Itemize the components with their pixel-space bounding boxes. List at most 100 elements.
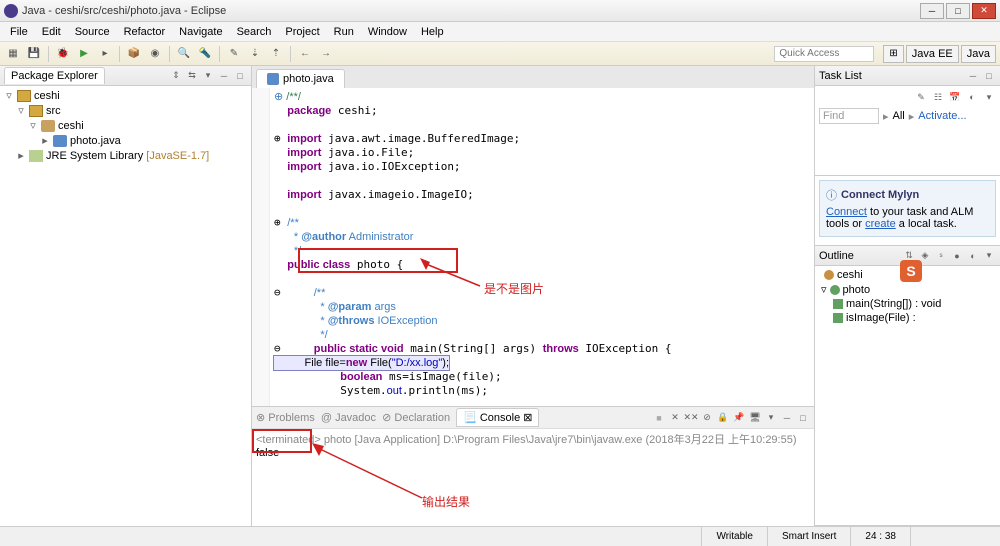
hide-static-icon[interactable]: ˢ [934, 249, 948, 263]
min-console-icon[interactable]: ─ [780, 411, 794, 425]
terminate-icon[interactable]: ■ [652, 411, 666, 425]
maximize-button[interactable]: □ [946, 3, 970, 19]
package-explorer-tab[interactable]: Package Explorer [4, 67, 105, 84]
hide-nonpublic-icon[interactable]: ● [950, 249, 964, 263]
mylyn-connect-link[interactable]: Connect [826, 206, 867, 218]
titlebar: Java - ceshi/src/ceshi/photo.java - Ecli… [0, 0, 1000, 22]
console-body[interactable]: <terminated> photo [Java Application] D:… [252, 429, 814, 526]
tree-file[interactable]: photo.java [70, 135, 121, 147]
window-title: Java - ceshi/src/ceshi/photo.java - Ecli… [22, 5, 920, 17]
next-annotation-button[interactable]: ⇣ [246, 45, 264, 63]
link-editor-icon[interactable]: ⇆ [185, 69, 199, 83]
outline-pkg[interactable]: ceshi [837, 269, 863, 281]
run-last-button[interactable]: ▸ [96, 45, 114, 63]
max-console-icon[interactable]: □ [796, 411, 810, 425]
editor-tabbar: photo.java [252, 66, 814, 88]
minimize-button[interactable]: ─ [920, 3, 944, 19]
console-output: false [256, 447, 810, 459]
menu-source[interactable]: Source [69, 24, 116, 40]
tasklist-max-icon[interactable]: □ [982, 69, 996, 83]
quick-access-input[interactable] [774, 46, 874, 62]
search-button[interactable]: 🔦 [196, 45, 214, 63]
tree-project[interactable]: ceshi [34, 90, 60, 102]
open-console-icon[interactable]: ▾ [764, 411, 778, 425]
tree-jre[interactable]: JRE System Library [JavaSE-1.7] [46, 150, 209, 162]
close-button[interactable]: ✕ [972, 3, 996, 19]
task-find-input[interactable]: Find [819, 108, 879, 124]
new-class-button[interactable]: ◉ [146, 45, 164, 63]
editor-gutter [252, 88, 270, 406]
code-editor[interactable]: ⊕ /**/ package ceshi; ⊕ import java.awt.… [252, 88, 814, 406]
back-button[interactable]: ← [296, 45, 314, 63]
menu-run[interactable]: Run [328, 24, 360, 40]
outline-menu-icon[interactable]: ▾ [982, 249, 996, 263]
new-package-button[interactable]: 📦 [125, 45, 143, 63]
outline-class[interactable]: photo [843, 284, 871, 296]
mylyn-title: Connect Mylyn [841, 189, 919, 201]
run-button[interactable]: ▶ [75, 45, 93, 63]
minimize-view-icon[interactable]: ─ [217, 69, 231, 83]
categorize-icon[interactable]: ☷ [931, 90, 945, 104]
view-menu-icon[interactable]: ▾ [201, 69, 215, 83]
new-button[interactable]: ▦ [4, 45, 22, 63]
prev-annotation-button[interactable]: ⇡ [267, 45, 285, 63]
scroll-lock-icon[interactable]: 🔒 [716, 411, 730, 425]
console-view: ⊗ Problems @ Javadoc ⊘ Declaration 📃 Con… [252, 406, 814, 526]
editor-tab-label: photo.java [283, 73, 334, 85]
console-tab[interactable]: 📃 Console ⊠ [456, 408, 539, 427]
mylyn-create-link[interactable]: create [865, 218, 896, 230]
menu-help[interactable]: Help [415, 24, 450, 40]
status-position: 24 : 38 [850, 527, 910, 546]
save-button[interactable]: 💾 [25, 45, 43, 63]
outline-tab[interactable]: Outline [819, 250, 854, 262]
task-all[interactable]: All [893, 110, 905, 122]
editor-tab-photo[interactable]: photo.java [256, 69, 345, 88]
menu-edit[interactable]: Edit [36, 24, 67, 40]
perspective-javaee[interactable]: Java EE [906, 45, 959, 63]
tasklist-tab[interactable]: Task List [819, 70, 862, 82]
remove-launch-icon[interactable]: ✕ [668, 411, 682, 425]
tasklist-menu-icon[interactable]: ▾ [982, 90, 996, 104]
menu-file[interactable]: File [4, 24, 34, 40]
toolbar: ▦ 💾 🐞 ▶ ▸ 📦 ◉ 🔍 🔦 ✎ ⇣ ⇡ ← → ⊞ Java EE Ja… [0, 42, 1000, 66]
tree-src[interactable]: src [46, 105, 61, 117]
task-activate[interactable]: Activate... [918, 110, 966, 122]
package-tree[interactable]: ▿ceshi ▿src ▿ceshi ▸photo.java ▸JRE Syst… [0, 86, 251, 526]
display-icon[interactable]: 🖥 [748, 411, 762, 425]
status-writable: Writable [701, 527, 767, 546]
open-type-button[interactable]: 🔍 [175, 45, 193, 63]
sogou-ime-icon[interactable]: S [900, 260, 922, 282]
package-explorer-view: Package Explorer ⇕ ⇆ ▾ ─ □ ▿ceshi ▿src ▿… [0, 66, 252, 526]
new-task-icon[interactable]: ✎ [914, 90, 928, 104]
forward-button[interactable]: → [317, 45, 335, 63]
menu-project[interactable]: Project [279, 24, 325, 40]
tasklist-min-icon[interactable]: ─ [966, 69, 980, 83]
collapse-all-icon[interactable]: ⇕ [169, 69, 183, 83]
clear-console-icon[interactable]: ⊘ [700, 411, 714, 425]
focus-icon[interactable]: ◐ [965, 90, 979, 104]
debug-button[interactable]: 🐞 [54, 45, 72, 63]
pin-console-icon[interactable]: 📌 [732, 411, 746, 425]
toggle-mark-button[interactable]: ✎ [225, 45, 243, 63]
outline-isimage[interactable]: isImage(File) : [846, 312, 916, 324]
outline-main[interactable]: main(String[]) : void [846, 298, 941, 310]
code-area[interactable]: ⊕ /**/ package ceshi; ⊕ import java.awt.… [270, 88, 814, 406]
annotation-label-2: 输出结果 [422, 493, 470, 510]
console-header-line: <terminated> photo [Java Application] D:… [256, 431, 810, 447]
hide-local-icon[interactable]: ◐ [966, 249, 980, 263]
menu-refactor[interactable]: Refactor [118, 24, 172, 40]
perspective-java[interactable]: Java [961, 45, 996, 63]
eclipse-icon [4, 4, 18, 18]
remove-all-icon[interactable]: ✕✕ [684, 411, 698, 425]
menu-search[interactable]: Search [231, 24, 278, 40]
statusbar: Writable Smart Insert 24 : 38 [0, 526, 1000, 546]
tree-package[interactable]: ceshi [58, 120, 84, 132]
menu-navigate[interactable]: Navigate [173, 24, 228, 40]
problems-tab[interactable]: ⊗ Problems @ Javadoc ⊘ Declaration [256, 411, 450, 424]
status-insert: Smart Insert [767, 527, 850, 546]
open-perspective-button[interactable]: ⊞ [883, 45, 903, 63]
maximize-view-icon[interactable]: □ [233, 69, 247, 83]
schedule-icon[interactable]: 📅 [948, 90, 962, 104]
menu-window[interactable]: Window [362, 24, 413, 40]
mylyn-panel: ⓘConnect Mylyn Connect to your task and … [819, 180, 996, 237]
